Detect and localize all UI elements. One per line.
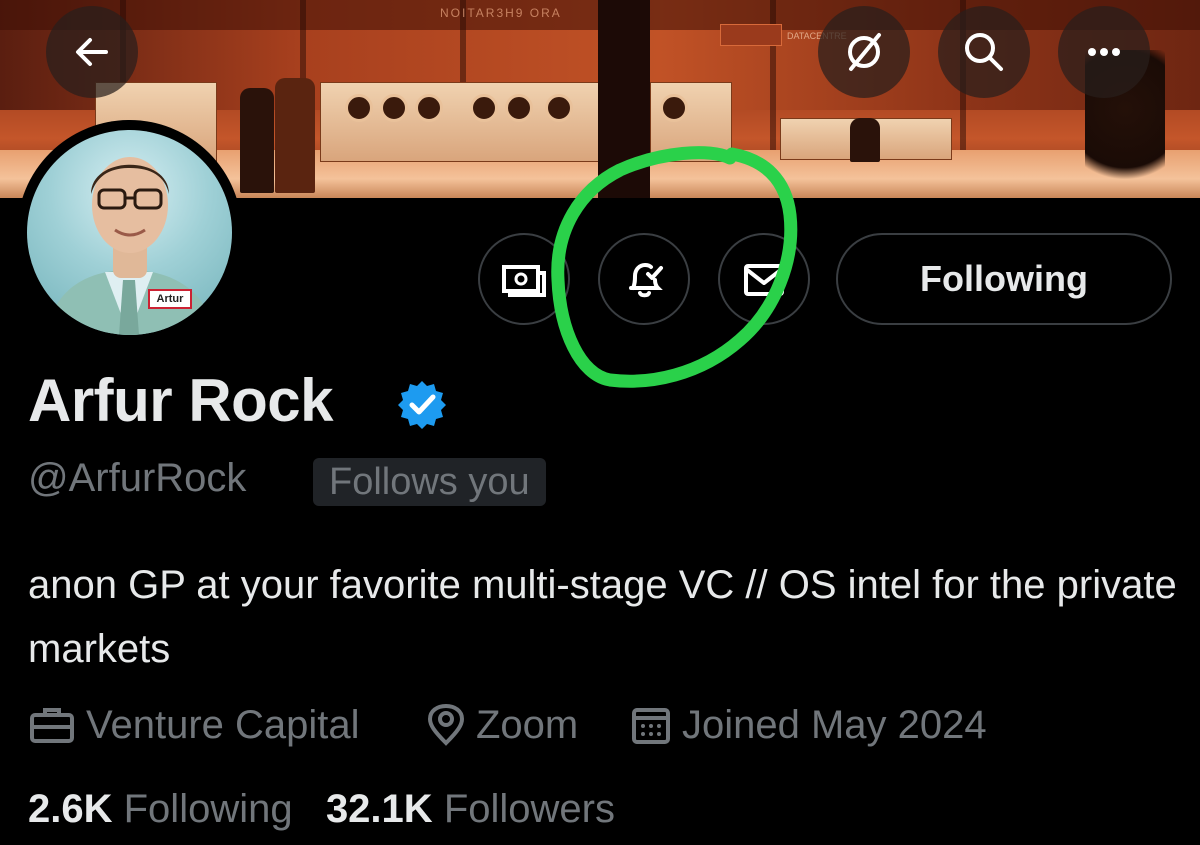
meta-category: Venture Capital	[28, 700, 360, 750]
banner-tape-reel	[660, 94, 688, 122]
followers-label: Followers	[443, 787, 615, 831]
banner-pillar	[598, 0, 650, 198]
banner-tape-reel	[505, 94, 533, 122]
profile-bio: anon GP at your favorite multi-stage VC …	[28, 563, 1177, 671]
following-count: 2.6K	[28, 787, 113, 831]
banner-tape-reel	[545, 94, 573, 122]
meta-location-label: Zoom	[476, 702, 579, 747]
back-button[interactable]	[46, 6, 138, 98]
location-pin-icon	[427, 703, 465, 746]
grok-button[interactable]	[818, 6, 910, 98]
briefcase-icon	[30, 708, 74, 743]
followers-link[interactable]: 32.1K Followers	[326, 787, 615, 831]
notifications-button[interactable]	[598, 233, 690, 325]
following-link[interactable]: 2.6K Following	[28, 787, 293, 831]
money-icon	[502, 265, 546, 297]
meta-joined: Joined May 2024	[630, 700, 987, 750]
calendar-icon	[632, 708, 670, 744]
banner-machine	[650, 82, 732, 162]
more-button[interactable]	[1058, 6, 1150, 98]
display-name: Arfur Rock	[28, 367, 334, 434]
meta-joined-label: Joined May 2024	[682, 702, 987, 747]
banner-ibm-sign	[720, 24, 782, 46]
banner-person	[275, 78, 315, 193]
envelope-icon	[744, 264, 784, 296]
arrow-left-icon	[76, 38, 108, 66]
meta-category-label: Venture Capital	[86, 702, 360, 747]
bell-check-icon	[629, 262, 663, 298]
banner-tape-reel	[380, 94, 408, 122]
banner-tape-reel	[470, 94, 498, 122]
follows-you-badge: Follows you	[313, 458, 546, 506]
banner-tape-reel	[345, 94, 373, 122]
meta-location: Zoom	[426, 700, 578, 750]
user-handle: @ArfurRock	[28, 456, 247, 500]
banner-person	[240, 88, 274, 193]
grok-icon	[848, 33, 881, 71]
search-button[interactable]	[938, 6, 1030, 98]
banner-tape-reel	[415, 94, 443, 122]
avatar[interactable]: Artur	[27, 130, 232, 335]
following-label: Following	[123, 787, 293, 831]
subscribe-button[interactable]	[478, 233, 570, 325]
following-button[interactable]: Following	[836, 233, 1172, 325]
verified-badge-icon	[398, 381, 446, 429]
followers-count: 32.1K	[325, 787, 433, 831]
banner-person	[850, 118, 880, 162]
avatar-name-badge: Artur	[156, 293, 184, 305]
avatar-portrait	[47, 157, 215, 335]
follow-stats: 2.6K Following 32.1K Followers	[28, 787, 615, 832]
search-icon	[965, 33, 1003, 71]
more-icon	[1088, 48, 1120, 56]
message-button[interactable]	[718, 233, 810, 325]
